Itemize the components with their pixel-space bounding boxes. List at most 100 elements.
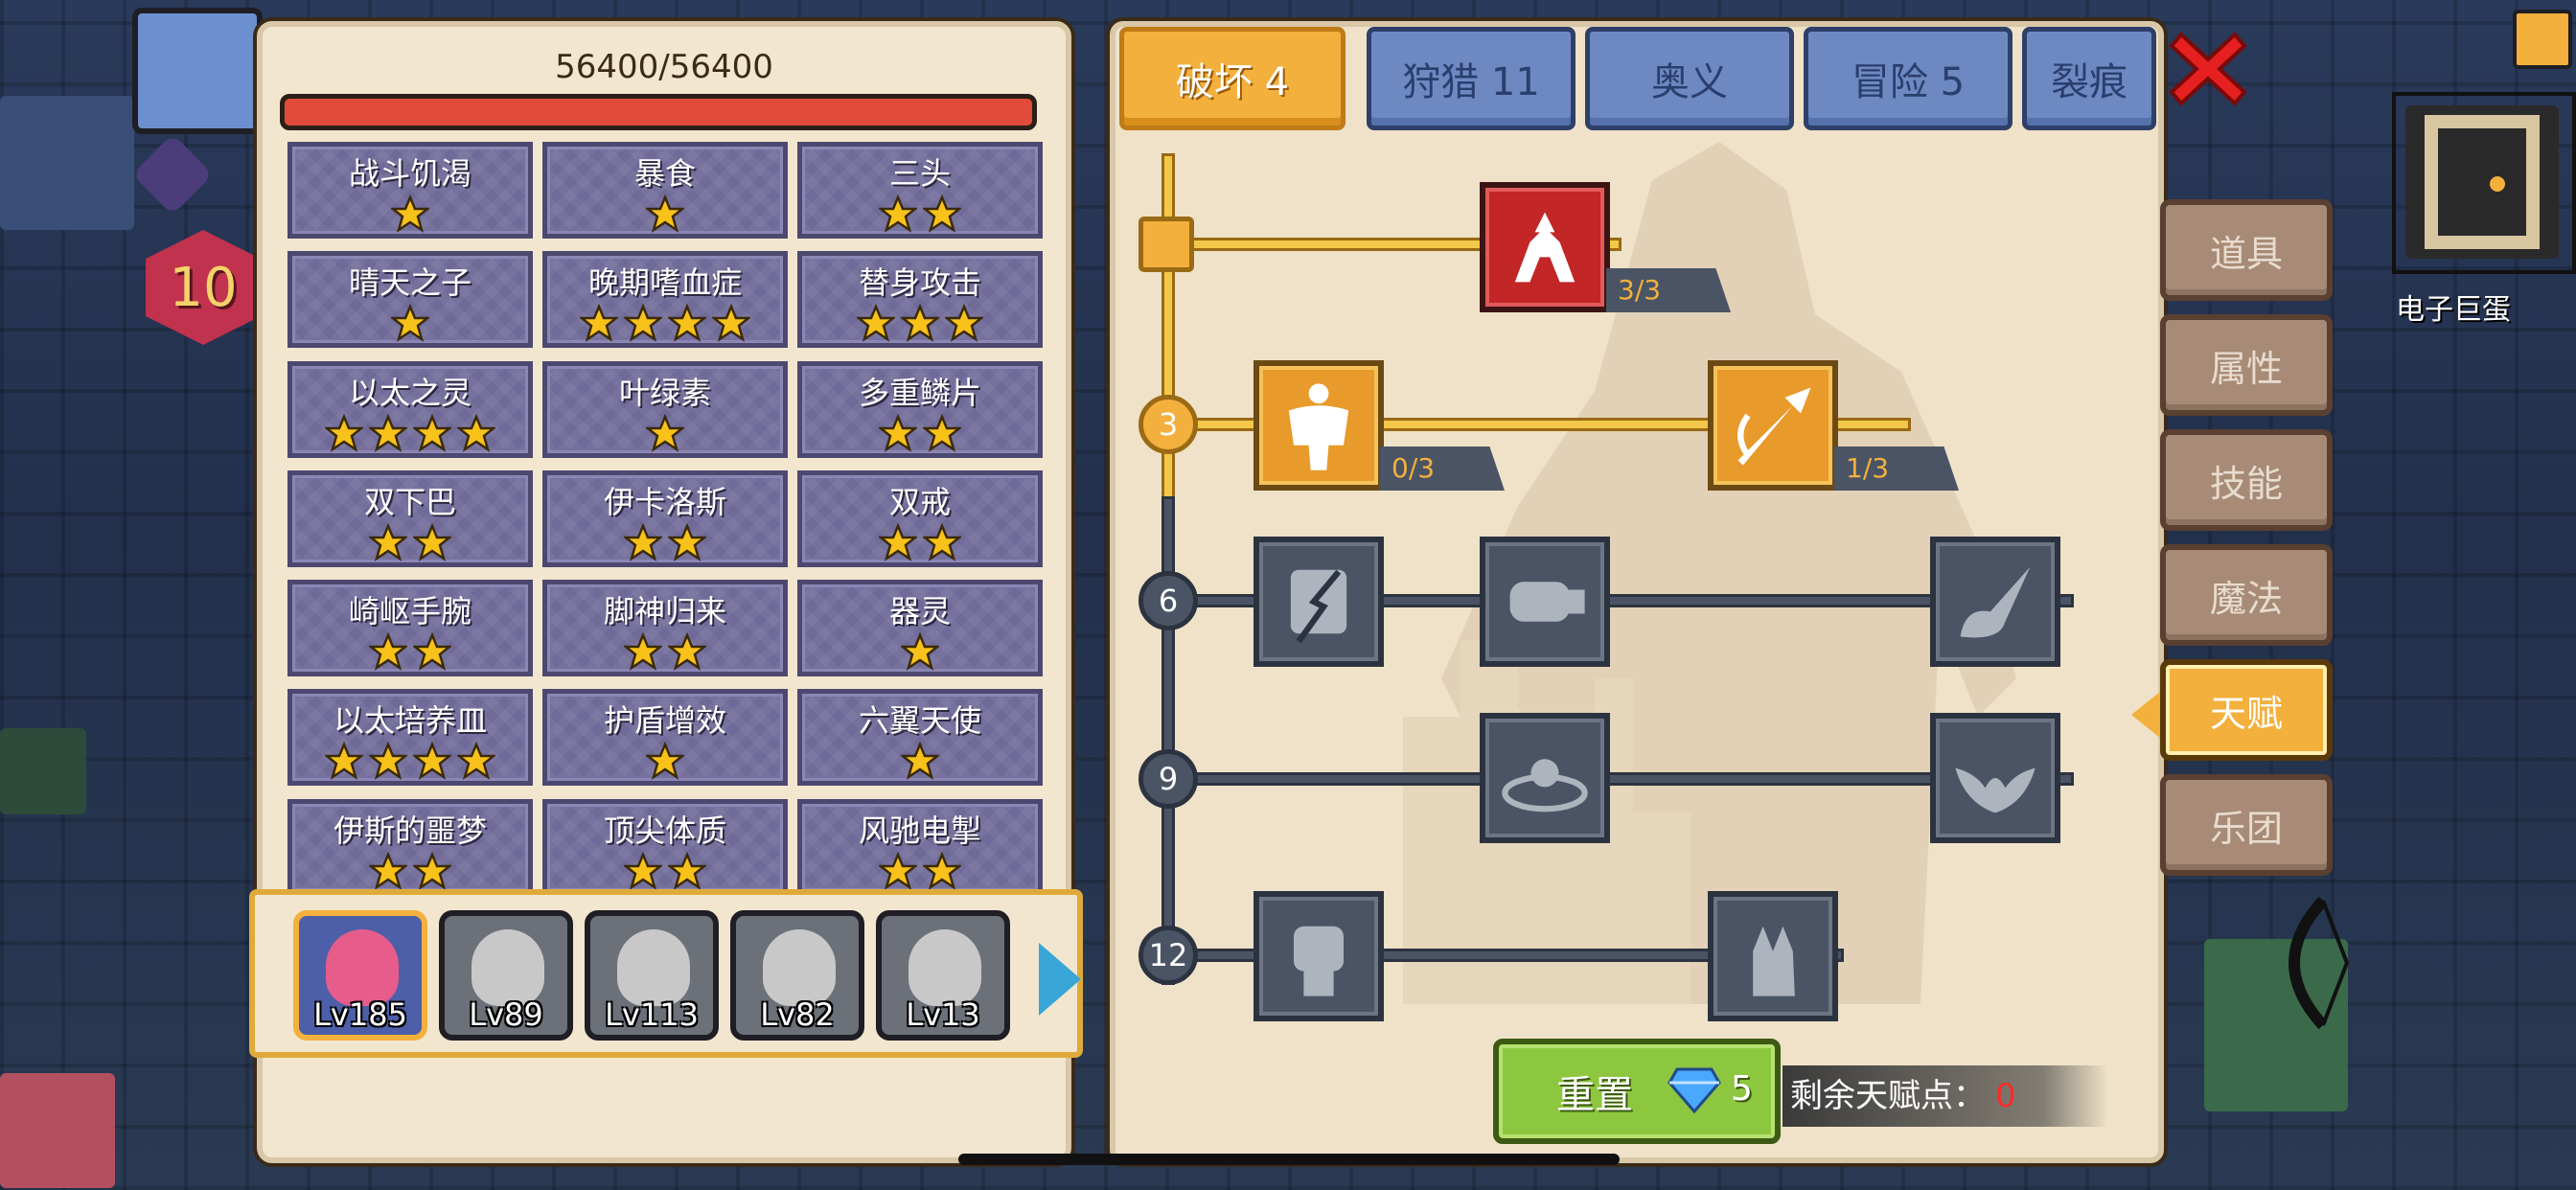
star-icon <box>879 195 917 233</box>
player-avatar[interactable] <box>132 8 263 134</box>
buff-name: 风驰电掣 <box>858 812 981 849</box>
talent-fist[interactable] <box>1254 891 1384 1021</box>
talent-open-hand[interactable] <box>1708 891 1838 1021</box>
star-icon <box>413 632 451 672</box>
hero-selector: Lv185 Lv89 Lv113 Lv82 Lv13 <box>249 889 1083 1058</box>
star-icon <box>923 522 961 561</box>
star-icon <box>369 413 407 452</box>
hero-portrait <box>472 929 544 1006</box>
buff-tile[interactable]: 替身攻击 <box>797 251 1043 349</box>
buff-tile[interactable]: 叶绿素 <box>542 360 788 458</box>
buff-tile[interactable]: 护盾增效 <box>542 689 788 787</box>
tab-2[interactable]: 狩猎 11 <box>1367 27 1576 130</box>
buff-tile[interactable]: 暴食 <box>542 142 788 239</box>
talent-arrow[interactable] <box>1708 360 1838 491</box>
buff-name: 以太培养皿 <box>333 702 487 740</box>
next-arrow-icon[interactable] <box>1039 943 1081 1016</box>
buff-name: 双戒 <box>888 483 951 520</box>
open-hand-icon <box>1753 926 1795 996</box>
tab-4[interactable]: 冒险 5 <box>1804 27 2012 130</box>
buff-tile[interactable]: 双戒 <box>797 469 1043 567</box>
buff-tile[interactable]: 战斗饥渴 <box>288 142 533 239</box>
star-icon <box>668 851 706 890</box>
buff-list[interactable]: 战斗饥渴 暴食 三头晴天之子 晚期嗜血症 替身攻击以太之灵 叶绿素 多重鳞片双下巴 伊卡洛斯 双… <box>288 142 1045 899</box>
buff-tile[interactable]: 以太之灵 <box>288 360 533 458</box>
talent-tree-panel: 破坏 4 狩猎 11 奥义 冒险 5 裂痕 3 6 9 12 3/3 0/3 1/3 <box>1110 21 2164 1163</box>
hero-level: Lv13 <box>906 996 980 1033</box>
buff-tile[interactable]: 双下巴 <box>288 469 533 567</box>
hero-portrait <box>763 929 836 1006</box>
tab-3[interactable]: 奥义 <box>1585 27 1794 130</box>
side-nav-item[interactable]: 技能 <box>2160 429 2333 531</box>
reset-talents-button[interactable]: 重置 5 <box>1493 1039 1781 1144</box>
fist-icon <box>1294 926 1344 996</box>
remaining-talent-points: 剩余天赋点： 0 <box>1782 1065 2108 1127</box>
star-icon <box>646 195 684 233</box>
bat-drop-icon <box>1955 767 2036 813</box>
buff-tile[interactable]: 伊卡洛斯 <box>542 469 788 567</box>
minimap[interactable] <box>2392 92 2576 274</box>
buff-tile[interactable]: 顶尖体质 <box>542 798 788 896</box>
side-nav-item[interactable]: 属性 <box>2160 314 2333 416</box>
hero-level: Lv82 <box>760 996 835 1033</box>
buff-name: 脚神归来 <box>603 593 726 630</box>
buff-star-rating <box>325 413 495 452</box>
star-icon <box>624 522 662 561</box>
punch-icon <box>1509 582 1585 622</box>
talent-muscle-body[interactable] <box>1254 360 1384 491</box>
buff-tile[interactable]: 器灵 <box>797 580 1043 677</box>
buff-name: 护盾增效 <box>603 702 726 740</box>
reset-label: 重置 <box>1556 1073 1633 1117</box>
buff-tile[interactable]: 六翼天使 <box>797 689 1043 787</box>
buff-star-rating <box>879 851 961 890</box>
buff-star-rating <box>646 195 684 233</box>
hero-slot[interactable]: Lv13 <box>876 910 1010 1041</box>
star-icon <box>945 304 983 343</box>
background-tile <box>0 1073 115 1188</box>
star-icon <box>413 413 451 452</box>
side-nav-item[interactable]: 道具 <box>2160 199 2333 301</box>
side-nav-item[interactable]: 魔法 <box>2160 544 2333 646</box>
buff-star-rating <box>646 742 684 781</box>
hero-slot[interactable]: Lv82 <box>730 910 864 1041</box>
fullscreen-icon[interactable] <box>2513 10 2572 69</box>
side-nav-item[interactable]: 乐团 <box>2160 774 2333 876</box>
hero-slot[interactable]: Lv89 <box>439 910 573 1041</box>
tab-5[interactable]: 裂痕 <box>2022 27 2156 130</box>
side-nav-item[interactable]: 天赋 <box>2160 659 2333 761</box>
talent-ripple[interactable] <box>1480 713 1610 843</box>
star-icon <box>712 304 750 343</box>
talent-splash[interactable] <box>1930 537 2060 667</box>
star-icon <box>857 304 895 343</box>
hero-slot[interactable]: Lv185 <box>293 910 427 1041</box>
talent-shield-crack[interactable] <box>1254 537 1384 667</box>
hero-portrait <box>326 929 399 1006</box>
buff-name: 器灵 <box>888 593 951 630</box>
buff-name: 晚期嗜血症 <box>587 264 742 302</box>
buff-tile[interactable]: 以太培养皿 <box>288 689 533 787</box>
buff-tile[interactable]: 脚神归来 <box>542 580 788 677</box>
buff-tile[interactable]: 风驰电掣 <box>797 798 1043 896</box>
buff-tile[interactable]: 多重鳞片 <box>797 360 1043 458</box>
buff-tile[interactable]: 三头 <box>797 142 1043 239</box>
talent-punch[interactable] <box>1480 537 1610 667</box>
buff-star-rating <box>624 522 706 561</box>
star-icon <box>369 742 407 781</box>
buff-tile[interactable]: 伊斯的噩梦 <box>288 798 533 896</box>
tab-1[interactable]: 破坏 4 <box>1119 27 1346 130</box>
buff-name: 六翼天使 <box>858 702 981 740</box>
hero-slot[interactable]: Lv113 <box>585 910 719 1041</box>
active-tab-pointer-icon <box>2131 692 2160 738</box>
talent-arm-wrestle[interactable] <box>1480 182 1610 312</box>
star-icon <box>923 195 961 233</box>
buff-tile[interactable]: 晚期嗜血症 <box>542 251 788 349</box>
talent-bat-drop[interactable] <box>1930 713 2060 843</box>
buff-tile[interactable]: 崎岖手腕 <box>288 580 533 677</box>
buff-name: 伊卡洛斯 <box>603 483 726 520</box>
bow-weapon-icon[interactable] <box>2256 891 2361 1035</box>
tree-trunk-active <box>1162 153 1175 517</box>
remaining-points-value: 0 <box>1995 1077 2016 1115</box>
star-icon <box>624 851 662 890</box>
close-icon[interactable] <box>2168 29 2248 109</box>
buff-tile[interactable]: 晴天之子 <box>288 251 533 349</box>
